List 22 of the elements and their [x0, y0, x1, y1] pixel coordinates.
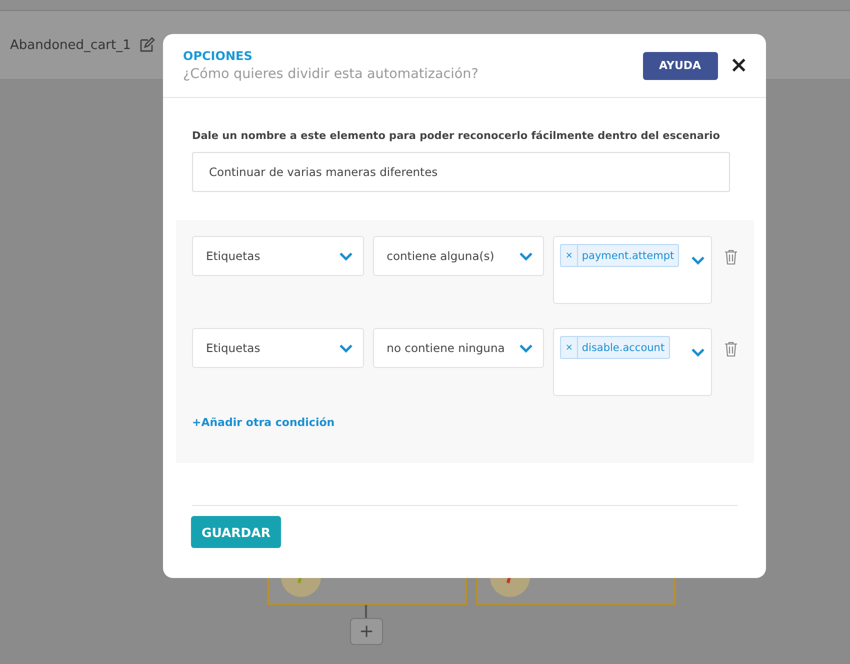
- name-label: Dale un nombre a este elemento para poder reconocerlo fácilmente dentro del escenario: [192, 130, 721, 142]
- operator-select[interactable]: no contiene ninguna: [372, 328, 544, 368]
- name-input[interactable]: Continuar de varias maneras diferentes: [192, 152, 730, 192]
- chevron-down-icon: [338, 344, 353, 352]
- edit-icon[interactable]: [138, 37, 155, 53]
- close-button[interactable]: ×: [730, 54, 748, 76]
- chevron-down-icon: [519, 252, 534, 260]
- field-select[interactable]: Etiquetas: [192, 236, 364, 276]
- tag-label: disable.account: [580, 340, 666, 356]
- help-button[interactable]: AYUDA: [642, 52, 718, 80]
- trash-icon[interactable]: [724, 341, 738, 357]
- dialog-title: ¿Cómo quieres dividir esta automatización?: [183, 66, 480, 82]
- operator-select[interactable]: contiene alguna(s): [372, 236, 544, 276]
- chevron-down-icon: [519, 344, 534, 352]
- field-select[interactable]: Etiquetas: [192, 328, 364, 368]
- chevron-down-icon: [690, 348, 705, 357]
- dialog-eyebrow: OPCIONES: [183, 49, 254, 63]
- trash-icon[interactable]: [724, 249, 738, 265]
- tag-label: payment.attempt: [580, 248, 676, 264]
- chevron-down-icon: [338, 252, 353, 260]
- automation-title: Abandoned_cart_1: [10, 38, 131, 52]
- chevron-down-icon: [690, 256, 705, 265]
